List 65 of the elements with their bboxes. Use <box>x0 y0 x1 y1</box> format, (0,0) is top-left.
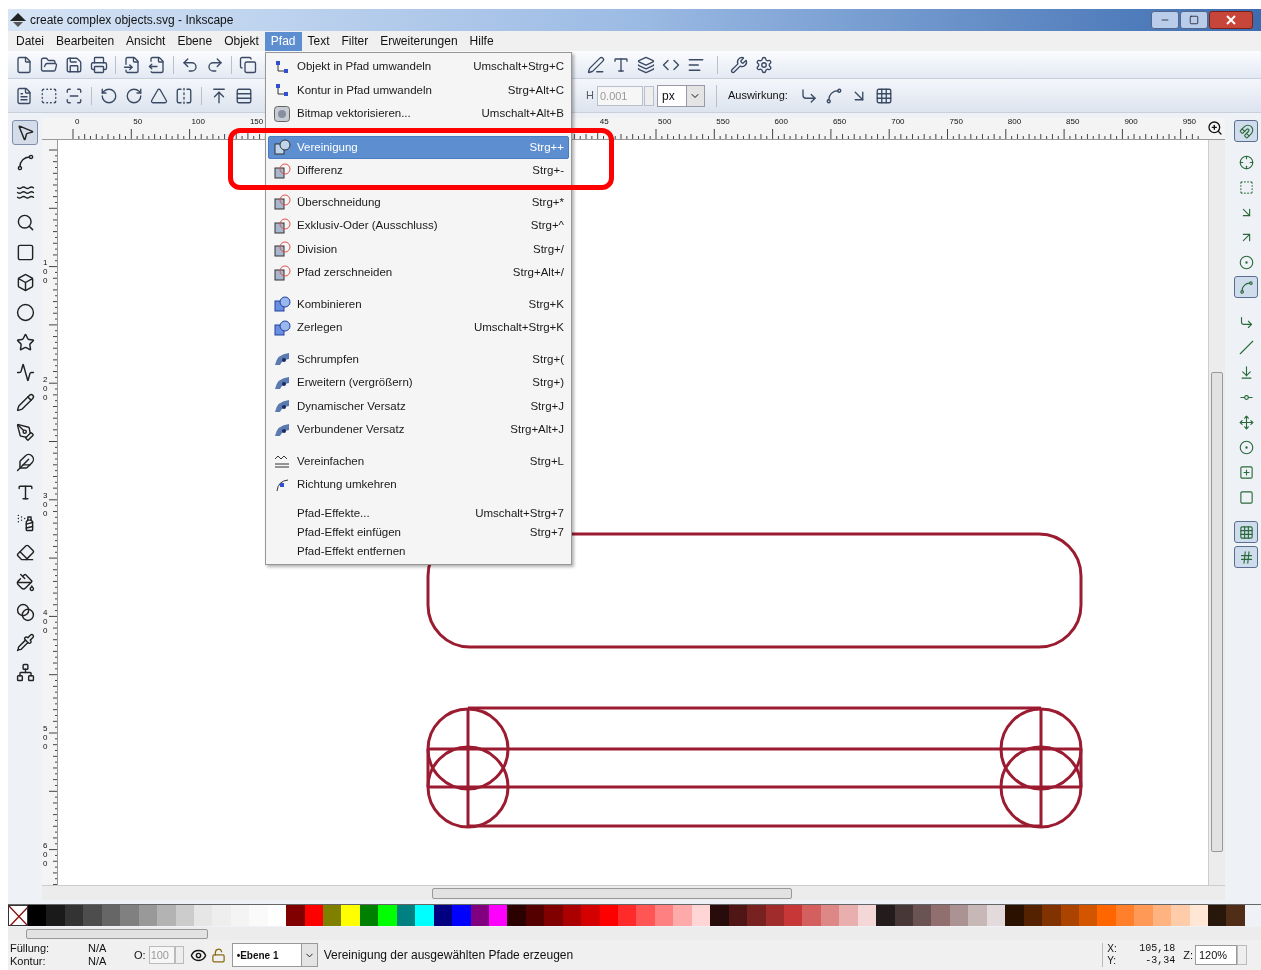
ruler-label: 100 <box>43 258 49 285</box>
ruler-label: 50 <box>133 118 143 126</box>
ruler-label: 500 <box>43 724 49 752</box>
ruler-label: 600 <box>43 841 49 868</box>
ruler-label: 600 <box>774 118 788 126</box>
status-message: Vereinigung der ausgewählten Pfade erzeugen <box>323 947 574 964</box>
menu-item[interactable]: Kombinieren Strg+K <box>268 292 569 316</box>
fill-label: Füllung: <box>10 942 51 955</box>
menu-item[interactable]: Kontur in Pfad umwandeln Strg+Alt+C <box>268 78 569 102</box>
menu-item[interactable]: Hilfe <box>463 31 500 51</box>
menu-item[interactable]: Pfad-Effekt entfernen <box>268 542 569 562</box>
zoom-field[interactable]: 120% <box>1195 945 1237 965</box>
ruler-label: 45 <box>599 118 609 126</box>
ruler-label: 900 <box>1124 118 1138 126</box>
menu-item[interactable]: Differenz Strg+- <box>268 159 569 183</box>
ruler-label: 950 <box>1182 118 1197 126</box>
x-coordinate: 105,18 <box>1138 943 1176 955</box>
window-title: create complex objects.svg - Inkscape <box>30 12 234 29</box>
ruler-label: 850 <box>1066 118 1080 126</box>
ruler-label: 550 <box>716 118 730 126</box>
effect-label: Auswirkung: <box>727 88 788 104</box>
menu-item[interactable]: Objekt <box>218 31 265 51</box>
menu-item[interactable]: Datei <box>10 31 50 51</box>
menu-item[interactable]: Division Strg+/ <box>268 237 569 261</box>
menu-item[interactable]: Exklusiv-Oder (Ausschluss) Strg+^ <box>268 214 569 238</box>
menu-item[interactable]: Zerlegen Umschalt+Strg+K <box>268 316 569 340</box>
menu-item[interactable]: Filter <box>335 31 375 51</box>
menu-item[interactable]: Text <box>301 31 336 51</box>
menu-item[interactable]: Ansicht <box>120 31 172 51</box>
menu-item[interactable]: Pfad-Effekt einfügen Strg+7 <box>268 523 569 543</box>
ruler-label: 400 <box>43 607 49 635</box>
ruler-label: 100 <box>191 118 205 126</box>
menu-item[interactable]: Bitmap vektorisieren... Umschalt+Alt+B <box>268 102 569 126</box>
fill-value: N/A <box>88 942 108 955</box>
menu-item[interactable]: Überschneidung Strg+* <box>268 190 569 214</box>
menu-item[interactable]: Ebene <box>171 31 219 51</box>
layer-dropdown[interactable]: •Ebene 1 <box>231 943 318 967</box>
menu-item[interactable]: Erweitern (vergrößern) Strg+) <box>268 371 569 395</box>
opacity-label: O: <box>134 947 146 963</box>
stroke-label: Kontur: <box>10 955 47 968</box>
menu-item[interactable]: Bearbeiten <box>50 31 121 51</box>
stroke-value: N/A <box>88 955 108 968</box>
unit-dropdown[interactable]: px <box>656 84 705 107</box>
menu-item[interactable]: Schrumpfen Strg+( <box>268 347 569 371</box>
ruler-label: 750 <box>949 118 963 126</box>
y-label: Y: <box>1107 955 1118 967</box>
ruler-label: 300 <box>43 491 49 519</box>
ruler-label: 0 <box>75 118 80 126</box>
ruler-label: 500 <box>658 118 672 126</box>
zoom-label: Z: <box>1183 947 1193 963</box>
menu-item[interactable]: Pfad-Effekte... Umschalt+Strg+7 <box>268 504 569 524</box>
menu-item[interactable]: Erweiterungen <box>374 31 464 51</box>
menu-item[interactable]: Vereinfachen Strg+L <box>268 449 569 473</box>
height-label: H <box>586 88 594 104</box>
ruler-label: 650 <box>832 118 847 126</box>
x-label: X: <box>1107 943 1118 955</box>
ruler-label: 700 <box>891 118 905 126</box>
y-coordinate: -3,34 <box>1144 955 1176 967</box>
menu-item[interactable]: Dynamischer Versatz Strg+J <box>268 394 569 418</box>
ruler-label: 150 <box>249 118 264 126</box>
menu-item[interactable]: Pfad zerschneiden Strg+Alt+/ <box>268 261 569 285</box>
ruler-label: 200 <box>43 374 49 402</box>
ruler-label: 800 <box>1007 118 1022 126</box>
menu-item[interactable]: Richtung umkehren <box>268 473 569 497</box>
menu-item[interactable]: Verbundener Versatz Strg+Alt+J <box>268 418 569 442</box>
